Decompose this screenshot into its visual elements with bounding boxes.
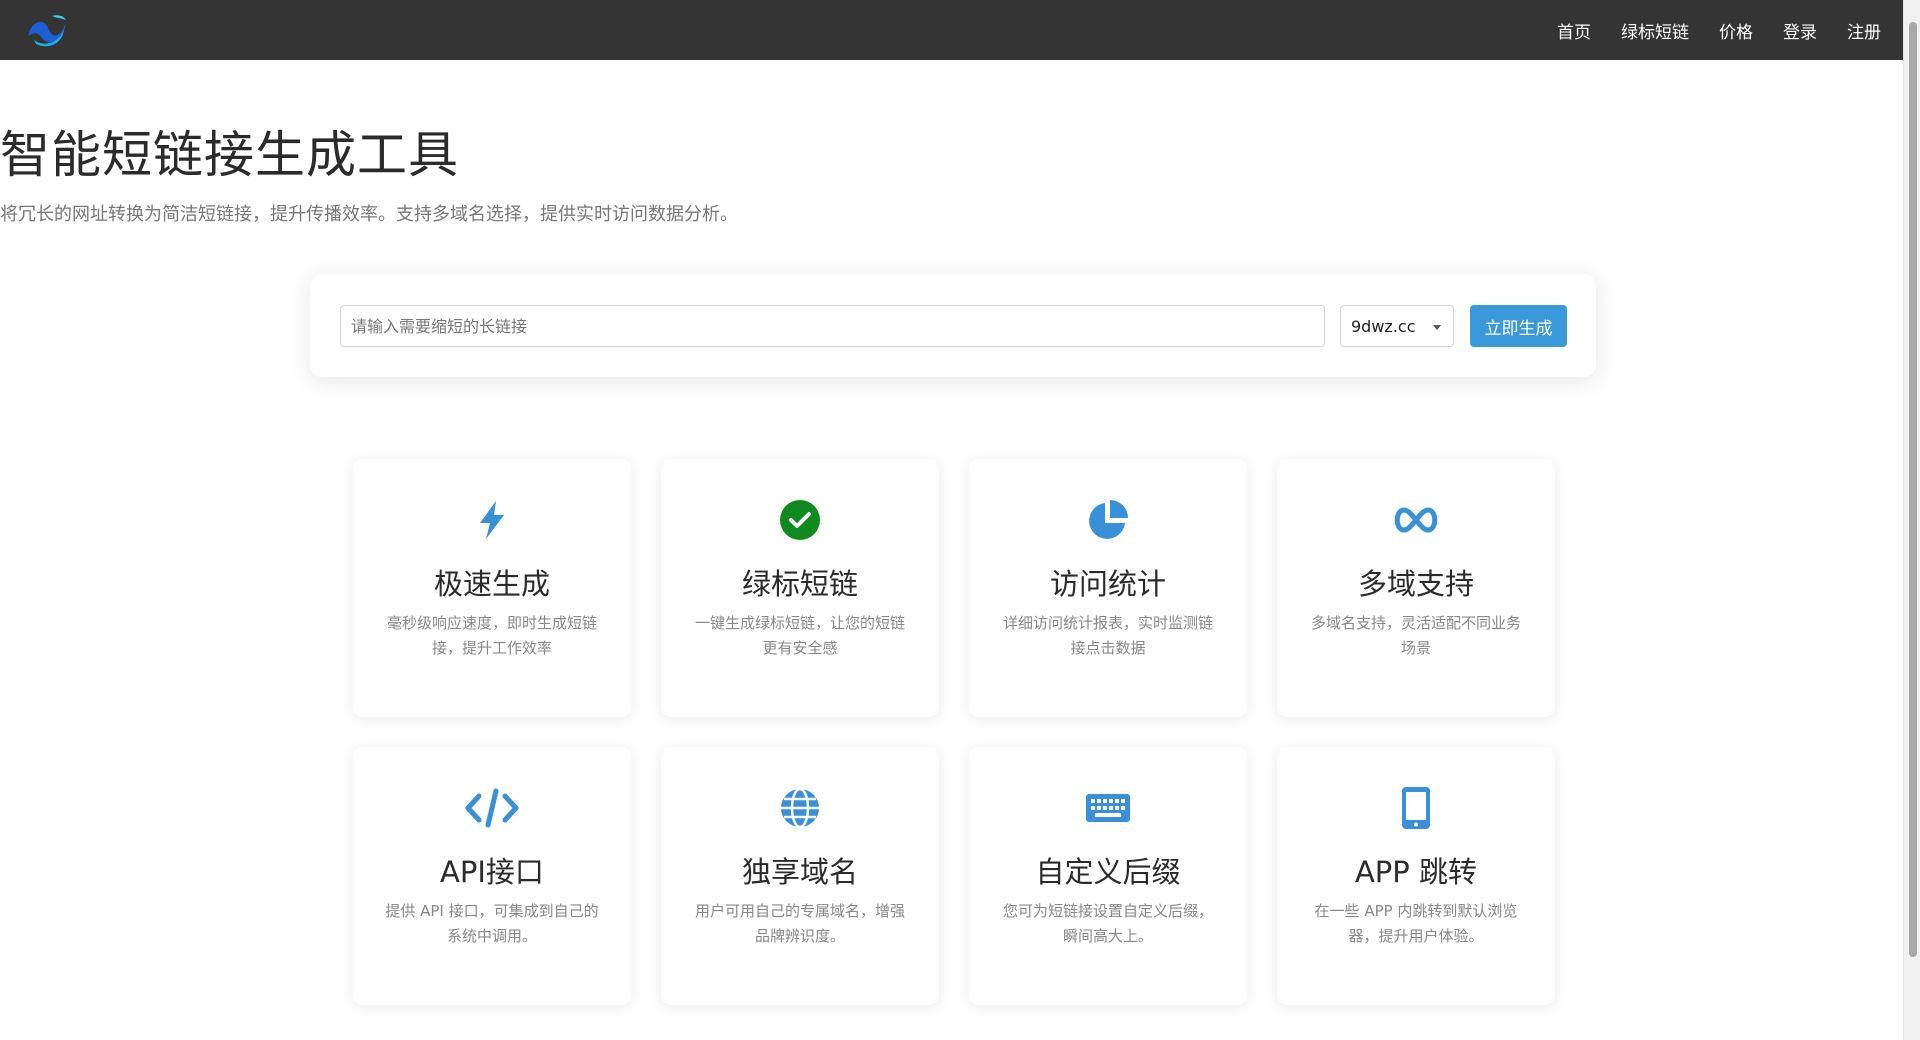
globe-icon [661, 785, 939, 831]
page-subtitle: 将冗长的网址转换为简洁短链接，提升传播效率。支持多域名选择，提供实时访问数据分析… [0, 204, 738, 225]
feature-title: API接口 [440, 855, 544, 889]
nav-pricing[interactable]: 价格 [1719, 18, 1753, 43]
feature-title: 多域支持 [1357, 567, 1474, 601]
nav-menu: 首页 绿标短链 价格 登录 注册 [1527, 18, 1881, 43]
feature-card-multi-domain: 多域支持 多域名支持，灵活适配不同业务场景 [1277, 459, 1555, 717]
feature-title: 绿标短链 [741, 567, 858, 601]
nav-login[interactable]: 登录 [1783, 18, 1817, 43]
keyboard-icon [969, 785, 1247, 831]
feature-desc: 详细访问统计报表，实时监测链接点击数据 [1002, 614, 1213, 657]
feature-title: 访问统计 [1049, 567, 1166, 601]
code-icon [353, 785, 631, 831]
feature-title: 自定义后缀 [1035, 855, 1181, 889]
long-url-input[interactable] [340, 305, 1325, 347]
domain-select[interactable]: 9dwz.cc [1340, 305, 1454, 347]
generate-button[interactable]: 立即生成 [1470, 305, 1567, 347]
pie-chart-icon [969, 497, 1247, 543]
top-navbar: 首页 绿标短链 价格 登录 注册 [0, 0, 1903, 60]
feature-desc: 在一些 APP 内跳转到默认浏览器，提升用户体验。 [1314, 902, 1518, 945]
feature-desc: 提供 API 接口，可集成到自己的系统中调用。 [385, 902, 599, 945]
feature-title: 极速生成 [433, 567, 550, 601]
infinity-icon [1277, 497, 1555, 543]
check-circle-icon [661, 497, 939, 543]
wave-logo-icon[interactable] [22, 10, 70, 50]
feature-desc: 多域名支持，灵活适配不同业务场景 [1310, 614, 1521, 657]
nav-green-link[interactable]: 绿标短链 [1621, 18, 1689, 43]
feature-desc: 您可为短链接设置自定义后缀，瞬间高大上。 [1002, 902, 1213, 945]
feature-card-stats: 访问统计 详细访问统计报表，实时监测链接点击数据 [969, 459, 1247, 717]
feature-card-suffix: 自定义后缀 您可为短链接设置自定义后缀，瞬间高大上。 [969, 747, 1247, 1005]
domain-select-value: 9dwz.cc [1351, 316, 1416, 336]
feature-desc: 毫秒级响应速度，即时生成短链接，提升工作效率 [386, 614, 597, 657]
feature-title: APP 跳转 [1354, 855, 1478, 889]
bolt-icon [353, 497, 631, 543]
page-title: 智能短链接生成工具 [0, 126, 459, 184]
scrollbar-thumb[interactable] [1909, 22, 1917, 957]
feature-card-app-redirect: APP 跳转 在一些 APP 内跳转到默认浏览器，提升用户体验。 [1277, 747, 1555, 1005]
page-scrollbar[interactable] [1903, 0, 1920, 1040]
shorten-form-card: 9dwz.cc 立即生成 [310, 274, 1596, 377]
feature-card-api: API接口 提供 API 接口，可集成到自己的系统中调用。 [353, 747, 631, 1005]
nav-register[interactable]: 注册 [1847, 18, 1881, 43]
feature-card-fast: 极速生成 毫秒级响应速度，即时生成短链接，提升工作效率 [353, 459, 631, 717]
nav-home[interactable]: 首页 [1557, 18, 1591, 43]
feature-title: 独享域名 [741, 855, 858, 889]
feature-desc: 一键生成绿标短链，让您的短链更有安全感 [694, 614, 905, 657]
feature-card-domain: 独享域名 用户可用自己的专属域名，增强品牌辨识度。 [661, 747, 939, 1005]
feature-card-green: 绿标短链 一键生成绿标短链，让您的短链更有安全感 [661, 459, 939, 717]
chevron-down-icon [1433, 325, 1441, 330]
feature-desc: 用户可用自己的专属域名，增强品牌辨识度。 [694, 902, 905, 945]
mobile-icon [1277, 785, 1555, 831]
